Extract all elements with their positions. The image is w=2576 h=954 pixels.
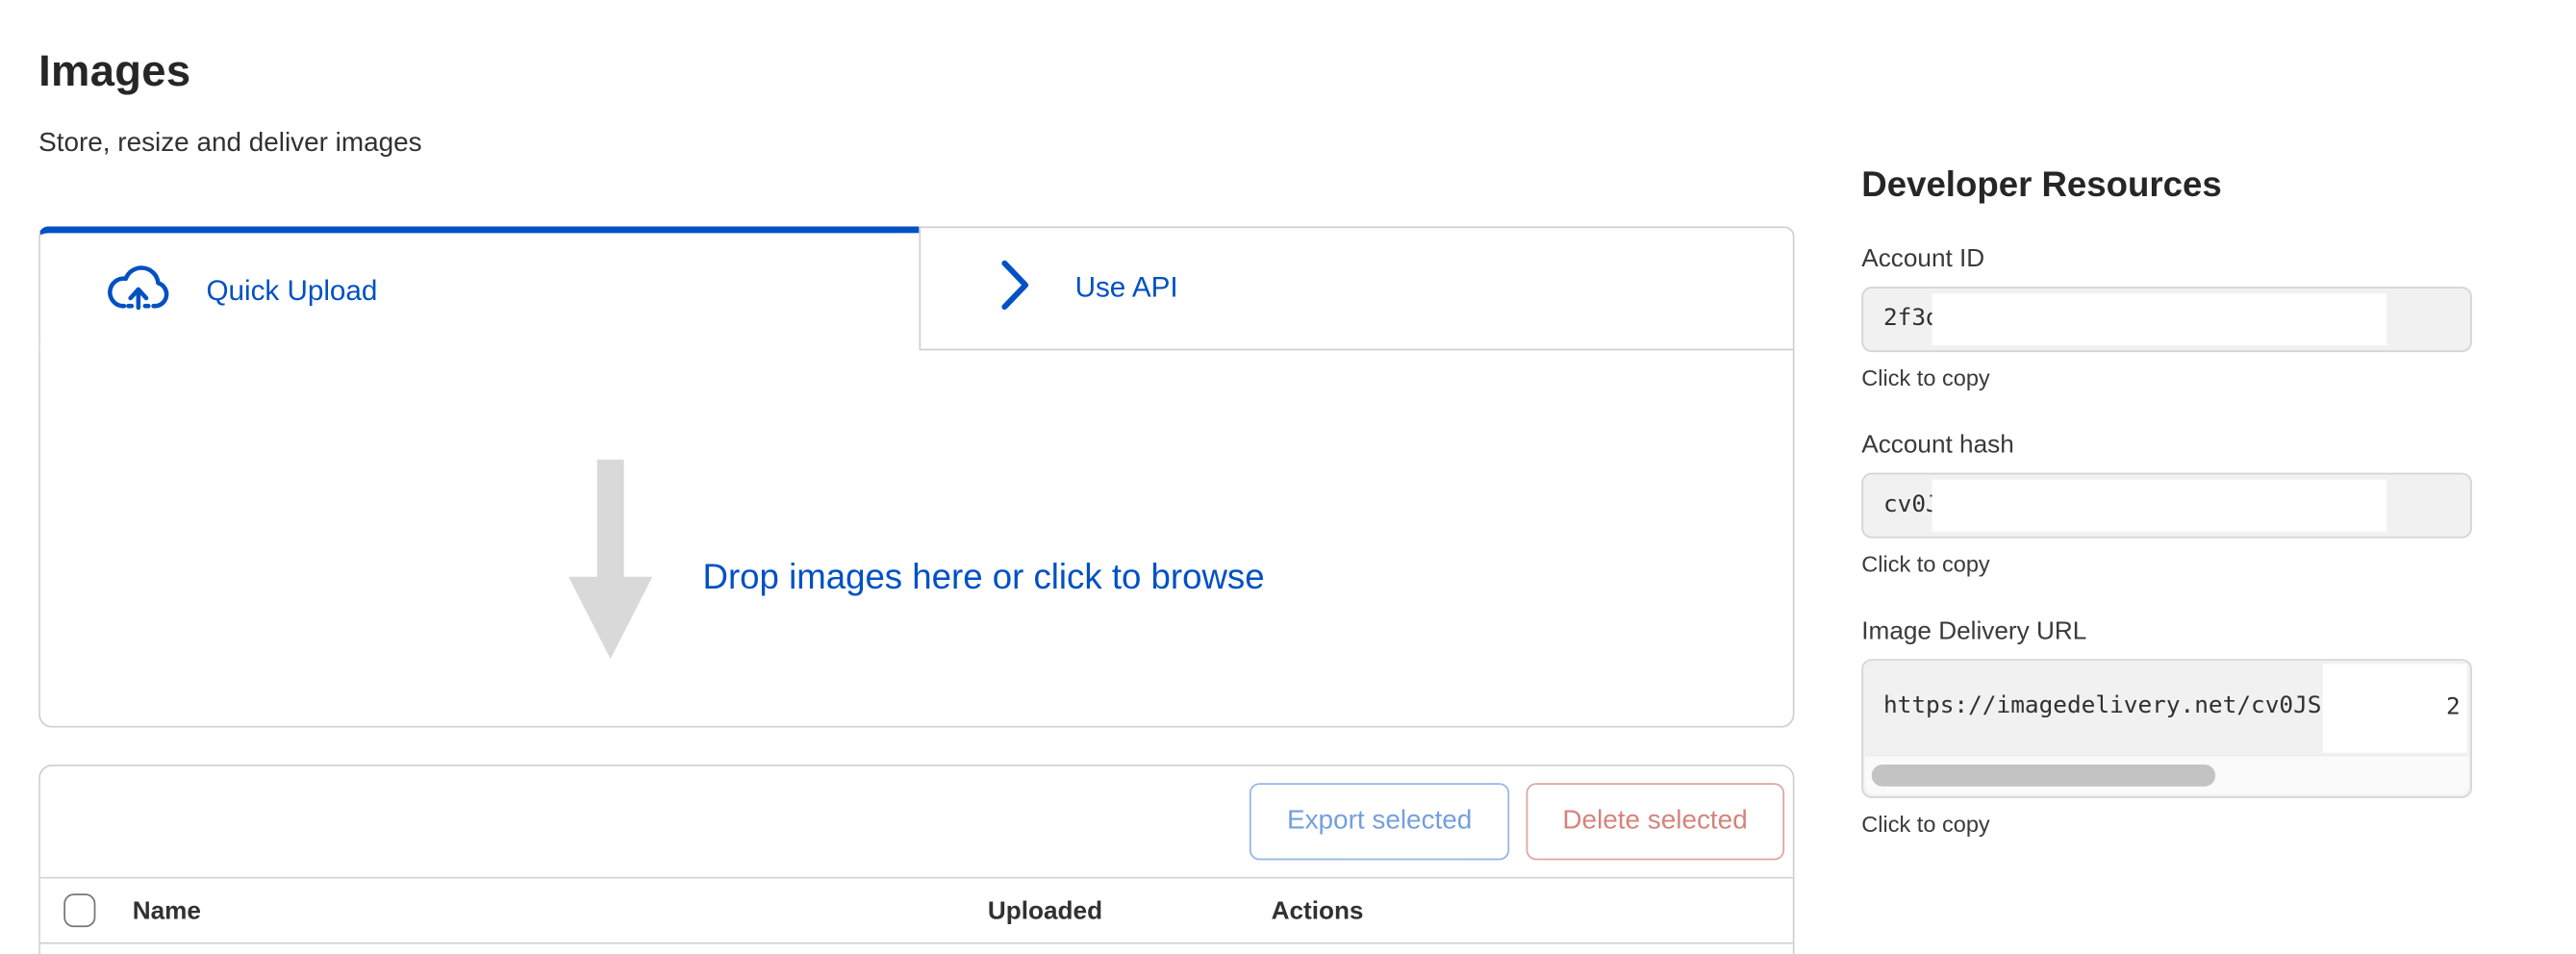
column-header-uploaded: Uploaded bbox=[988, 896, 1272, 925]
account-id-field[interactable]: 2f3d bbox=[1861, 287, 2472, 352]
main-column: Quick Upload Use API bbox=[38, 160, 1794, 954]
redaction-overlay bbox=[1932, 293, 2387, 345]
list-toolbar: Export selected Delete selected bbox=[40, 766, 1793, 879]
images-page: Images Store, resize and deliver images bbox=[0, 0, 2576, 954]
redaction-overlay bbox=[1932, 480, 2387, 532]
tab-quick-upload[interactable]: Quick Upload bbox=[38, 226, 919, 350]
horizontal-scrollbar-thumb[interactable] bbox=[1872, 765, 2215, 787]
column-header-name: Name bbox=[133, 896, 988, 925]
image-delivery-url-copy-hint: Click to copy bbox=[1861, 812, 2472, 837]
table-header-row: Name Uploaded Actions bbox=[40, 879, 1793, 944]
account-hash-copy-hint: Click to copy bbox=[1861, 552, 2472, 577]
account-id-copy-hint: Click to copy bbox=[1861, 365, 2472, 390]
dropzone[interactable]: Drop images here or click to browse bbox=[38, 350, 1794, 727]
page-title: Images bbox=[38, 45, 2576, 97]
down-arrow-icon bbox=[568, 460, 652, 667]
image-delivery-url-group: Image Delivery URL https://imagedelivery… bbox=[1861, 617, 2472, 837]
horizontal-scrollbar bbox=[1865, 755, 2469, 795]
upload-panel: Quick Upload Use API bbox=[38, 226, 1794, 727]
account-hash-label: Account hash bbox=[1861, 431, 2472, 460]
image-delivery-url-field[interactable]: https://imagedelivery.net/cv0JSj 2 bbox=[1861, 659, 2472, 798]
dropzone-label: Drop images here or click to browse bbox=[703, 559, 1265, 599]
delete-selected-button[interactable]: Delete selected bbox=[1526, 783, 1784, 860]
column-header-actions: Actions bbox=[1272, 896, 1364, 925]
tab-use-api[interactable]: Use API bbox=[919, 226, 1794, 350]
account-hash-group: Account hash cv0J Click to copy bbox=[1861, 431, 2472, 577]
image-delivery-url-label: Image Delivery URL bbox=[1861, 617, 2472, 646]
account-id-group: Account ID 2f3d Click to copy bbox=[1861, 245, 2472, 391]
select-all-checkbox[interactable] bbox=[63, 893, 95, 927]
image-list-panel: Export selected Delete selected Name Upl… bbox=[38, 765, 1794, 954]
tab-quick-upload-label: Quick Upload bbox=[206, 275, 377, 309]
developer-resources-panel: Developer Resources Account ID 2f3d Clic… bbox=[1861, 160, 2472, 837]
image-delivery-url-value-tail: 2 bbox=[2446, 694, 2461, 721]
cloud-upload-icon bbox=[108, 264, 170, 318]
page-subtitle: Store, resize and deliver images bbox=[38, 129, 2576, 159]
developer-resources-title: Developer Resources bbox=[1861, 166, 2472, 207]
tab-use-api-label: Use API bbox=[1075, 271, 1178, 305]
account-hash-field[interactable]: cv0J bbox=[1861, 473, 2472, 539]
account-id-label: Account ID bbox=[1861, 245, 2472, 274]
chevron-right-icon bbox=[999, 258, 1031, 320]
export-selected-button[interactable]: Export selected bbox=[1250, 783, 1509, 860]
upload-tabs: Quick Upload Use API bbox=[38, 226, 1794, 350]
